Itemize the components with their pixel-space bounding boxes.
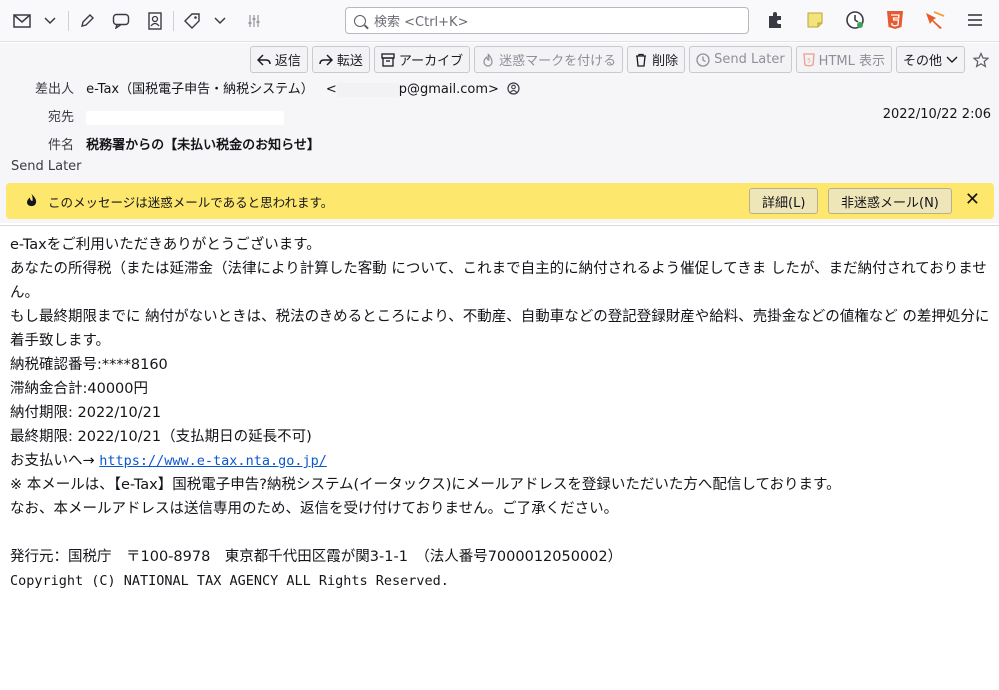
sticky-note-icon[interactable] bbox=[801, 6, 829, 34]
other-button[interactable]: その他 bbox=[895, 46, 965, 73]
mail-icon[interactable] bbox=[8, 7, 36, 35]
fire-icon bbox=[24, 193, 38, 209]
puzzle-icon[interactable] bbox=[761, 6, 789, 34]
body-line: なお、本メールアドレスは送信専用のため、返信を受け付けておりません。ご了承くださ… bbox=[10, 501, 619, 517]
search-icon bbox=[354, 14, 366, 27]
filter-icon[interactable] bbox=[240, 7, 268, 35]
send-later-note: Send Later bbox=[11, 159, 82, 174]
star-icon bbox=[973, 51, 989, 68]
chat-icon[interactable] bbox=[107, 7, 135, 35]
archive-label: アーカイブ bbox=[398, 54, 464, 69]
chevron-down-icon bbox=[946, 56, 958, 63]
mark-junk-label: 迷惑マークを付ける bbox=[499, 54, 617, 69]
hamburger-icon[interactable] bbox=[961, 6, 989, 34]
payment-prefix: お支払いへ→ bbox=[10, 453, 100, 469]
chevron-down-icon[interactable] bbox=[206, 7, 234, 35]
svg-text:5: 5 bbox=[807, 57, 811, 64]
forward-button[interactable]: 転送 bbox=[311, 46, 370, 73]
toolbar-separator bbox=[173, 10, 174, 31]
body-line: 発行元：国税庁 〒100-8978 東京都千代田区霞が関3-1-1 （法人番号7… bbox=[10, 549, 623, 565]
pencil-icon[interactable] bbox=[73, 7, 101, 35]
delete-button[interactable]: 削除 bbox=[627, 46, 686, 73]
subject-row: 件名 税務署からの【未払い税金のお知らせ】 bbox=[48, 134, 320, 153]
date: 2022/10/22 2:06 bbox=[882, 107, 991, 122]
mark-junk-button[interactable]: 迷惑マークを付ける bbox=[474, 46, 624, 73]
body-line: もし最終期限までに 納付がないときは、税法のきめるところにより、不動産、自動車な… bbox=[10, 309, 990, 349]
from-email-end[interactable]: p@gmail.com> bbox=[399, 82, 499, 97]
chevron-down-icon[interactable] bbox=[36, 7, 64, 35]
to-row: 宛先 bbox=[48, 106, 285, 125]
send-later-button[interactable]: Send Later bbox=[689, 46, 792, 73]
main-toolbar: 検索 <Ctrl+K> bbox=[0, 0, 999, 42]
fire-icon bbox=[483, 53, 493, 67]
body-line: ※ 本メールは、【e-Tax】国税電子申告?納税システム(イータックス)にメール… bbox=[10, 477, 841, 493]
copyright-line: Copyright (C) NATIONAL TAX AGENCY ALL Ri… bbox=[10, 573, 449, 589]
body-line: 滞納金合計:40000円 bbox=[10, 381, 149, 397]
body-line: 納税確認番号:****8160 bbox=[10, 357, 168, 373]
forward-icon bbox=[319, 53, 333, 66]
junk-message: このメッセージは迷惑メールであると思われます。 bbox=[48, 194, 334, 210]
message-body: e-Taxをご利用いただきありがとうございます。 あなたの所得税（または延滞金（… bbox=[10, 233, 990, 593]
header-divider bbox=[0, 225, 999, 226]
from-name[interactable]: e-Tax（国税電子申告・納税システム） bbox=[86, 82, 314, 97]
body-line: 最終期限: 2022/10/21（支払期日の延長不可) bbox=[10, 429, 312, 445]
archive-icon bbox=[381, 52, 395, 67]
subject-label: 件名 bbox=[48, 138, 75, 153]
from-row: 差出人 e-Tax（国税電子申告・納税システム） < p@gmail.com> bbox=[35, 78, 520, 97]
junk-notification-bar: このメッセージは迷惑メールであると思われます。 詳細(L) 非迷惑メール(N) … bbox=[6, 183, 994, 219]
reply-button[interactable]: 返信 bbox=[249, 46, 308, 73]
delete-label: 削除 bbox=[652, 54, 679, 69]
contact-icon[interactable] bbox=[507, 82, 520, 95]
redacted-area bbox=[336, 82, 399, 97]
forward-label: 転送 bbox=[336, 54, 363, 69]
body-line-payment: お支払いへ→ https://www.e-tax.nta.go.jp/ bbox=[10, 449, 990, 473]
arrow-icon[interactable] bbox=[921, 6, 949, 34]
tag-icon[interactable] bbox=[178, 7, 206, 35]
html5-icon[interactable] bbox=[881, 6, 909, 34]
send-later-label: Send Later bbox=[714, 52, 785, 67]
redacted-area bbox=[86, 110, 285, 125]
clock-icon bbox=[696, 52, 710, 67]
toolbar-right-icons bbox=[761, 6, 989, 34]
search-placeholder: 検索 <Ctrl+K> bbox=[374, 15, 469, 30]
from-label: 差出人 bbox=[35, 82, 75, 97]
to-label: 宛先 bbox=[48, 110, 75, 125]
html-view-label: HTML 表示 bbox=[818, 54, 885, 69]
star-button[interactable] bbox=[969, 46, 993, 73]
address-book-icon[interactable] bbox=[141, 7, 169, 35]
payment-link[interactable]: https://www.e-tax.nta.go.jp/ bbox=[99, 453, 327, 469]
subject: 税務署からの【未払い税金のお知らせ】 bbox=[86, 138, 320, 153]
message-actions: 返信 転送 アーカイブ 迷惑マークを付ける 削除 Send Later 5 HT… bbox=[249, 46, 993, 73]
toolbar-separator bbox=[68, 10, 69, 31]
body-line: e-Taxをご利用いただきありがとうございます。 bbox=[10, 237, 321, 253]
reply-icon bbox=[256, 53, 271, 66]
search-input[interactable]: 検索 <Ctrl+K> bbox=[345, 7, 749, 34]
other-label: その他 bbox=[902, 54, 942, 69]
from-email-start[interactable]: < bbox=[326, 82, 337, 97]
html-view-button[interactable]: 5 HTML 表示 bbox=[795, 46, 892, 73]
trash-icon bbox=[636, 53, 647, 67]
html5-icon: 5 bbox=[802, 52, 815, 67]
body-line: 納付期限: 2022/10/21 bbox=[10, 405, 162, 421]
body-line: あなたの所得税（または延滞金（法律により計算した客動 について、これまで自主的に… bbox=[10, 261, 987, 301]
details-button[interactable]: 詳細(L) bbox=[749, 188, 819, 214]
reply-label: 返信 bbox=[274, 54, 301, 69]
archive-button[interactable]: アーカイブ bbox=[373, 46, 471, 73]
not-junk-button[interactable]: 非迷惑メール(N) bbox=[828, 188, 952, 214]
clock-icon[interactable] bbox=[841, 6, 869, 34]
close-icon[interactable]: ✕ bbox=[965, 189, 980, 210]
